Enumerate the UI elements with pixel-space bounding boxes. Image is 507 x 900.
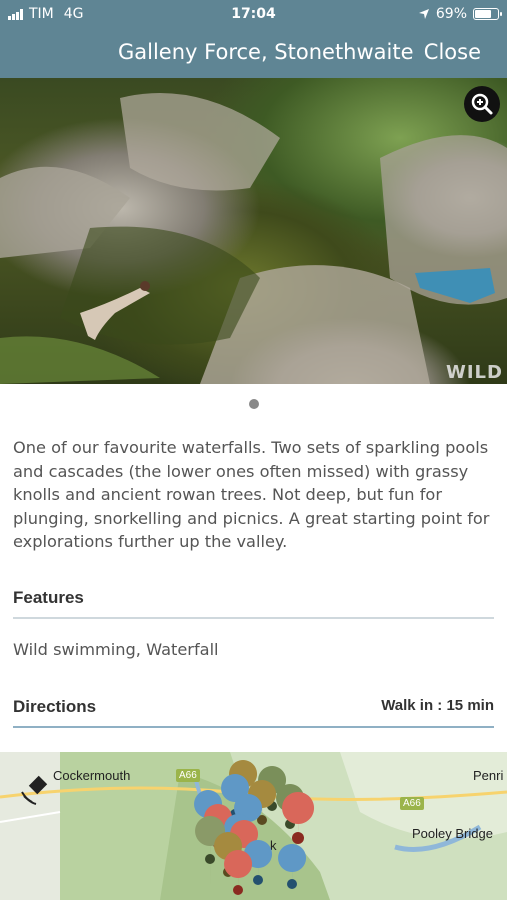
directions-map[interactable]: Cockermouth Penri Pooley Bridge k A66 A6…	[0, 752, 507, 900]
directions-divider	[13, 726, 494, 728]
close-button[interactable]: Close	[424, 40, 481, 64]
description-text: One of our favourite waterfalls. Two set…	[13, 438, 490, 551]
battery-percent: 69%	[435, 6, 467, 22]
features-divider	[13, 617, 494, 619]
map-pin-icon[interactable]	[278, 844, 307, 892]
zoom-in-icon	[471, 93, 493, 115]
map-markers	[194, 760, 315, 898]
battery-icon	[473, 8, 502, 20]
location-arrow-icon	[418, 9, 429, 19]
top-bar: TIM 4G 17:04 69% Galleny Force, Stonethw…	[0, 0, 507, 78]
status-bar: TIM 4G 17:04 69%	[0, 0, 507, 28]
photo-scene	[0, 93, 507, 384]
walk-time: Walk in : 15 min	[381, 697, 494, 714]
photo-watermark: WILD	[446, 362, 503, 383]
page-indicator-dot[interactable]	[249, 399, 259, 409]
location-photo[interactable]: WILD	[0, 78, 507, 384]
directions-heading: Directions	[13, 697, 97, 716]
features-heading: Features	[13, 588, 84, 607]
features-text: Wild swimming, Waterfall	[13, 640, 219, 659]
zoom-button[interactable]	[464, 86, 500, 122]
page-title: Galleny Force, Stonethwaite	[118, 40, 414, 64]
